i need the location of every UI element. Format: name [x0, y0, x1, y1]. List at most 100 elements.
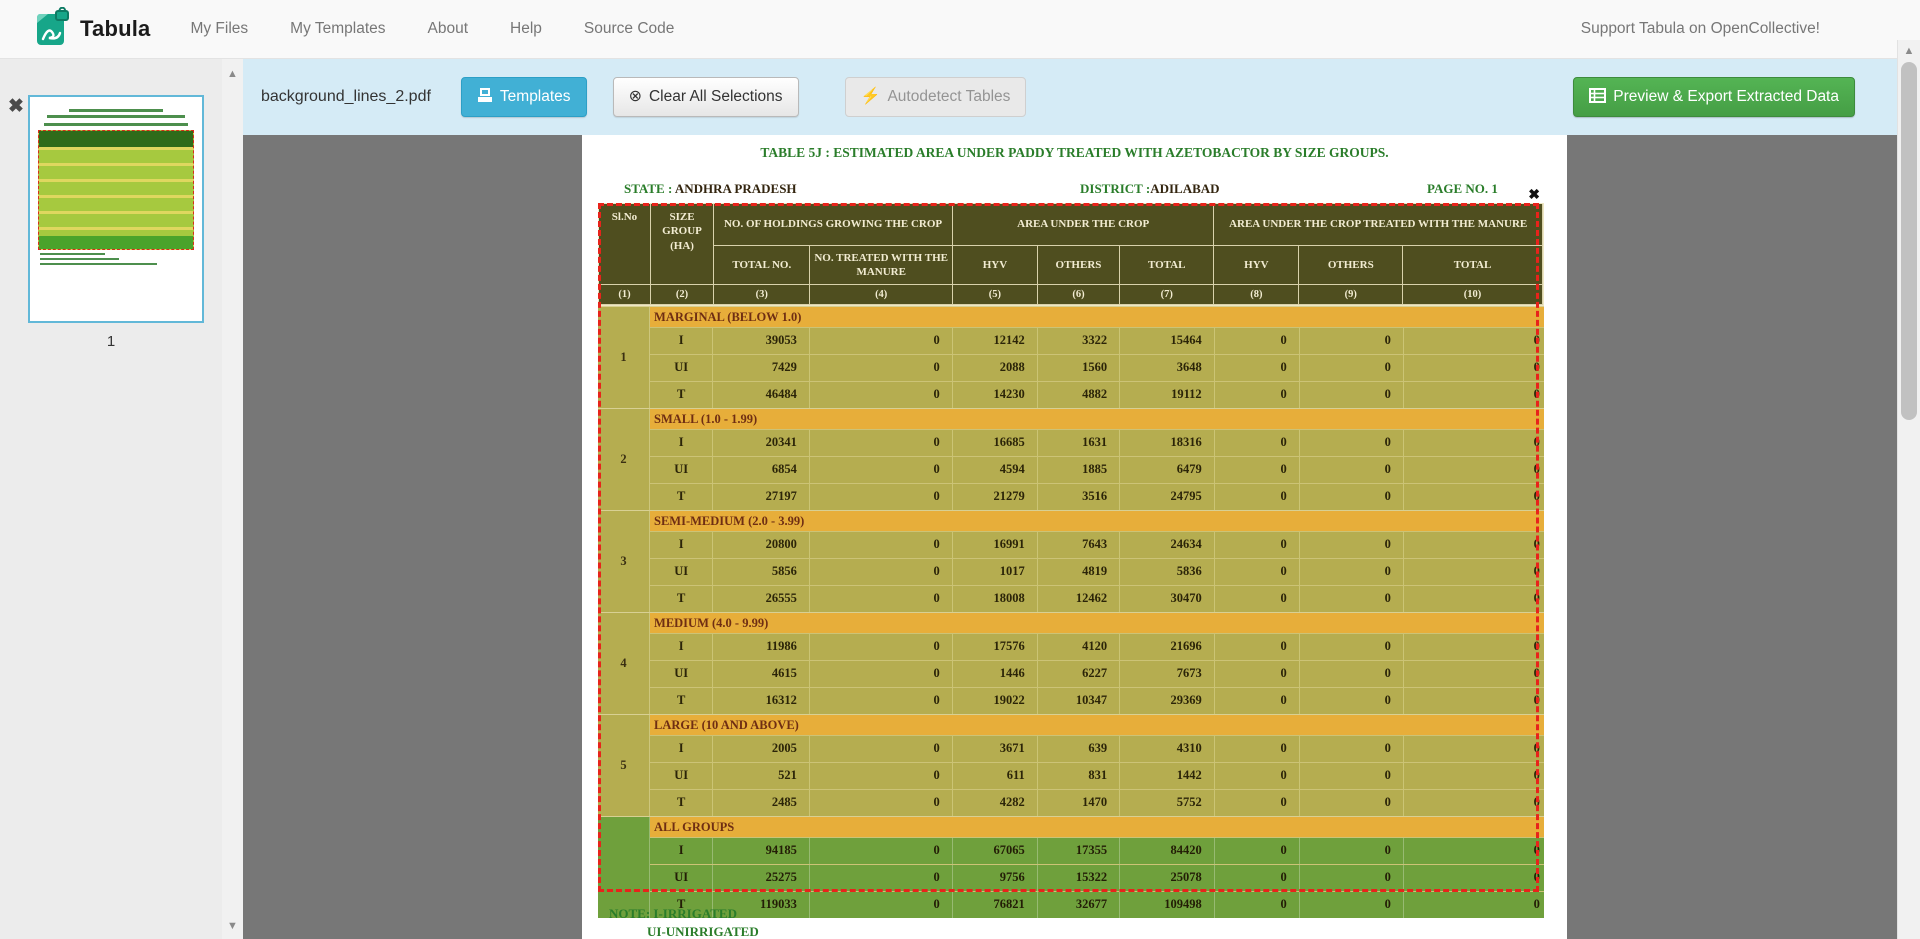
table-row: T46484014230488219112000 [650, 381, 1544, 408]
table-cell: 12142 [953, 328, 1038, 354]
thumbnail-page-number: 1 [0, 333, 222, 350]
remove-selection-icon[interactable]: ✖ [1528, 186, 1540, 203]
table-cell: 0 [1404, 457, 1544, 483]
main-panel: background_lines_2.pdf Templates ⊗ Clear… [243, 59, 1897, 939]
table-row: UI46150144662277673000 [650, 660, 1544, 687]
header-colnum-4: (5) [953, 285, 1038, 305]
table-cell: 5856 [713, 559, 809, 585]
header-colnum-6: (7) [1120, 285, 1214, 305]
clear-selections-label: Clear All Selections [649, 88, 783, 106]
sidebar-scrollbar[interactable]: ▲ ▼ [222, 59, 243, 939]
table-cell: I [650, 736, 713, 762]
table-cell: 0 [810, 892, 953, 918]
autodetect-tables-button[interactable]: ⚡ Autodetect Tables [845, 77, 1027, 117]
nav-item-about[interactable]: About [428, 20, 469, 38]
table-group: 1MARGINAL (BELOW 1.0)I390530121423322154… [598, 306, 1544, 408]
table-cell: 0 [1300, 763, 1404, 789]
table-cell: 0 [1404, 355, 1544, 381]
table-cell: 0 [1300, 532, 1404, 558]
templates-label: Templates [500, 88, 571, 106]
tabula-brand[interactable]: Tabula [36, 7, 150, 52]
table-cell: 0 [810, 790, 953, 816]
table-cell: 0 [1404, 688, 1544, 714]
table-cell: 521 [713, 763, 809, 789]
table-cell: UI [650, 355, 713, 381]
table-cell: 0 [810, 865, 953, 891]
scrollbar-thumb[interactable] [1901, 62, 1917, 420]
scroll-down-icon[interactable]: ▼ [222, 919, 243, 933]
table-row: I2005036716394310000 [650, 735, 1544, 762]
table-cell: 30470 [1120, 586, 1215, 612]
table-row: I941850670651735584420000 [650, 837, 1544, 864]
support-link[interactable]: Support Tabula on OpenCollective! [1581, 20, 1820, 38]
table-group: 3SEMI-MEDIUM (2.0 - 3.99)I20800016991764… [598, 510, 1544, 612]
clear-all-selections-button[interactable]: ⊗ Clear All Selections [613, 77, 799, 117]
table-cell: 17355 [1038, 838, 1120, 864]
nav-item-my-files[interactable]: My Files [190, 20, 248, 38]
table-cell: 12462 [1038, 586, 1120, 612]
table-cell: 4282 [953, 790, 1038, 816]
table-cell: UI [650, 763, 713, 789]
table-cell: T [650, 586, 713, 612]
header-sub-6: OTHERS [1299, 246, 1403, 285]
table-cell: 6479 [1120, 457, 1215, 483]
size-group-section-header: LARGE (10 AND ABOVE) [650, 715, 1544, 735]
remove-file-icon[interactable]: ✖ [8, 95, 24, 118]
table-cell: UI [650, 457, 713, 483]
header-colnum-9: (10) [1403, 285, 1543, 305]
header-group-1: AREA UNDER THE CROP [953, 204, 1214, 246]
table-cell: 0 [1300, 484, 1404, 510]
nav-item-my-templates[interactable]: My Templates [290, 20, 385, 38]
window-scrollbar[interactable]: ▲ [1897, 40, 1920, 939]
table-row: T163120190221034729369000 [650, 687, 1544, 714]
table-cell: 4819 [1038, 559, 1120, 585]
table-cell: 0 [1404, 763, 1544, 789]
table-cell: 1442 [1120, 763, 1215, 789]
table-cell: 0 [1404, 586, 1544, 612]
table-cell: 76821 [953, 892, 1038, 918]
nav-item-help[interactable]: Help [510, 20, 542, 38]
table-body: 1MARGINAL (BELOW 1.0)I390530121423322154… [598, 306, 1544, 918]
table-cell: T [650, 382, 713, 408]
table-cell: 15464 [1120, 328, 1215, 354]
table-cell: 19112 [1120, 382, 1215, 408]
table-cell: 19022 [953, 688, 1038, 714]
table-cell: 17576 [953, 634, 1038, 660]
scroll-up-icon[interactable]: ▲ [222, 67, 243, 81]
table-cell: 0 [1300, 634, 1404, 660]
table-cell: 0 [1404, 736, 1544, 762]
preview-export-button[interactable]: Preview & Export Extracted Data [1573, 77, 1855, 117]
table-cell: 0 [810, 328, 953, 354]
table-cell: 16991 [953, 532, 1038, 558]
thumb-all-groups-band [39, 236, 193, 249]
table-cell: 0 [810, 382, 953, 408]
table-cell: 0 [1215, 736, 1300, 762]
table-header: Sl.NoSIZE GROUP (HA)NO. OF HOLDINGS GROW… [598, 203, 1544, 306]
thumb-note-line [40, 258, 119, 260]
table-group: ALL GROUPSI941850670651735584420000UI252… [598, 816, 1544, 918]
thumb-title-line [69, 109, 164, 112]
table-cell: 0 [810, 457, 953, 483]
navbar: Tabula My Files My Templates About Help … [0, 0, 1920, 59]
group-sl-no: 1 [598, 307, 650, 408]
table-cell: 7673 [1120, 661, 1215, 687]
table-cell: 0 [1404, 790, 1544, 816]
pdf-page[interactable]: TABLE 5J : ESTIMATED AREA UNDER PADDY TR… [582, 135, 1567, 939]
table-cell: 84420 [1120, 838, 1215, 864]
table-cell: 0 [1300, 790, 1404, 816]
table-cell: 0 [1215, 688, 1300, 714]
table-cell: 26555 [713, 586, 809, 612]
table-row: T265550180081246230470000 [650, 585, 1544, 612]
table-cell: I [650, 430, 713, 456]
table-cell: UI [650, 559, 713, 585]
table-cell: 24795 [1120, 484, 1215, 510]
templates-button[interactable]: Templates [461, 77, 587, 117]
table-cell: 831 [1038, 763, 1120, 789]
table-cell: 0 [810, 586, 953, 612]
page-1-thumbnail[interactable] [28, 95, 204, 323]
nav-item-source-code[interactable]: Source Code [584, 20, 674, 38]
pdf-viewer-background: TABLE 5J : ESTIMATED AREA UNDER PADDY TR… [243, 135, 1897, 939]
thumb-note-line [40, 253, 105, 255]
scroll-up-icon[interactable]: ▲ [1898, 44, 1920, 58]
table-row: T27197021279351624795000 [650, 483, 1544, 510]
